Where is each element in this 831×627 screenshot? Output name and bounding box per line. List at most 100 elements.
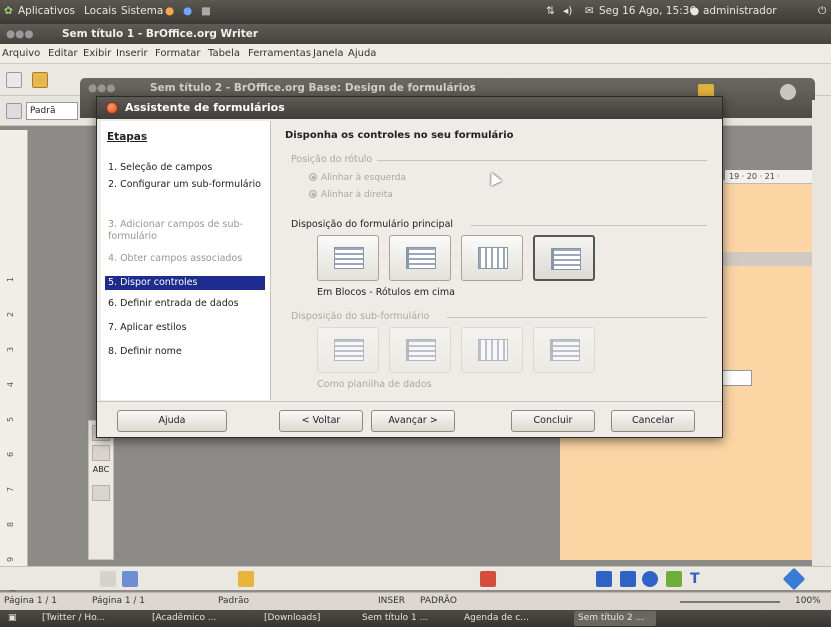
task-agenda[interactable]: Agenda de c... xyxy=(460,611,552,626)
layout-blocks-top-icon xyxy=(550,339,580,361)
grid-icon[interactable] xyxy=(480,571,496,587)
abc-label-tool[interactable]: ABC xyxy=(92,465,110,481)
menu-janela[interactable]: Janela xyxy=(313,48,343,59)
sub-layout-group-label: Disposição do sub-formulário xyxy=(291,311,430,322)
next-button[interactable]: Avançar > xyxy=(371,410,455,432)
finish-button[interactable]: Concluir xyxy=(511,410,595,432)
mail-icon[interactable]: ✉ xyxy=(585,5,594,17)
group-divider xyxy=(377,160,707,161)
shapes-icon[interactable] xyxy=(782,567,806,591)
menu-aplicativos[interactable]: Aplicativos xyxy=(18,5,75,17)
menu-tabela[interactable]: Tabela xyxy=(208,48,240,59)
step-7[interactable]: 7. Aplicar estilos xyxy=(105,321,265,335)
page-indicator: Página 1 / 1 xyxy=(4,596,58,606)
open-folder-icon[interactable] xyxy=(32,72,48,88)
page-style: Padrão xyxy=(218,596,249,606)
step-6[interactable]: 6. Definir entrada de dados xyxy=(105,297,265,311)
menu-formatar[interactable]: Formatar xyxy=(155,48,200,59)
sub-layout-columnar-top-button xyxy=(389,327,451,373)
layout-datasheet-button[interactable] xyxy=(461,235,523,281)
firefox-launcher-icon[interactable]: ● xyxy=(165,5,174,17)
zoom-slider[interactable] xyxy=(680,601,780,603)
styles-icon[interactable] xyxy=(6,103,22,119)
selection-mode[interactable]: PADRÃO xyxy=(420,596,457,606)
writer-titlebar: ●●● Sem título 1 - BrOffice.org Writer xyxy=(0,24,831,44)
clock[interactable]: Seg 16 Ago, 15:36 xyxy=(599,5,696,17)
sub-layout-columnar-left-button xyxy=(317,327,379,373)
paragraph-style-box[interactable]: Padrã xyxy=(26,102,78,120)
window-buttons-icon[interactable]: ●●● xyxy=(88,82,116,94)
task-downloads[interactable]: [Downloads] xyxy=(260,611,342,626)
menu-editar[interactable]: Editar xyxy=(48,48,78,59)
radio-label: Alinhar à direita xyxy=(321,190,393,200)
help-button[interactable]: Ajuda xyxy=(117,410,227,432)
ruler-tick: 9 xyxy=(6,556,16,563)
horizontal-ruler: 19 · 20 · 21 · xyxy=(725,170,825,184)
new-document-icon[interactable] xyxy=(6,72,22,88)
page-indicator-2: Página 1 / 1 xyxy=(92,596,146,606)
group-divider xyxy=(471,225,707,226)
wizard-content: Disponha os controles no seu formulário … xyxy=(281,121,717,400)
line-tool-icon[interactable] xyxy=(596,571,612,587)
menu-arquivo[interactable]: Arquivo xyxy=(2,48,40,59)
task-twitter[interactable]: [Twitter / Ho... xyxy=(38,611,128,626)
layout-datasheet-icon xyxy=(478,247,508,269)
layout-datasheet-icon xyxy=(478,339,508,361)
textbox-tool-icon[interactable] xyxy=(92,445,110,461)
ellipse-tool-icon[interactable] xyxy=(642,571,658,587)
ruler-tick: 1 xyxy=(6,276,16,283)
back-button[interactable]: < Voltar xyxy=(279,410,363,432)
insert-mode[interactable]: INSER xyxy=(378,596,405,606)
step-1[interactable]: 1. Seleção de campos xyxy=(105,161,265,175)
combobox-tool-icon[interactable] xyxy=(92,485,110,501)
layout-columnar-top-button[interactable] xyxy=(389,235,451,281)
menu-sistema[interactable]: Sistema xyxy=(121,5,163,17)
task-writer[interactable]: Sem título 1 ... xyxy=(358,611,442,626)
menu-locais[interactable]: Locais xyxy=(84,5,117,17)
cancel-button[interactable]: Cancelar xyxy=(611,410,695,432)
freeform-tool-icon[interactable] xyxy=(666,571,682,587)
layout-columnar-top-icon xyxy=(406,339,436,361)
help-toolbar-icon[interactable] xyxy=(780,84,796,100)
design-mode-icon[interactable] xyxy=(122,571,138,587)
power-icon[interactable]: ⏻ xyxy=(818,5,826,18)
main-layout-group-label: Disposição do formulário principal xyxy=(291,219,454,230)
top-panel: ✿ Aplicativos Locais Sistema ● ● ■ ⇅ ◂) … xyxy=(0,0,831,24)
help-launcher-icon[interactable]: ● xyxy=(183,5,192,17)
show-desktop-icon[interactable]: ▣ xyxy=(4,611,26,626)
group-divider xyxy=(447,317,707,318)
menu-inserir[interactable]: Inserir xyxy=(116,48,148,59)
menu-exibir[interactable]: Exibir xyxy=(83,48,111,59)
rectangle-tool-icon[interactable] xyxy=(620,571,636,587)
step-5[interactable]: 5. Dispor controles xyxy=(105,276,265,290)
step-8[interactable]: 8. Definir nome xyxy=(105,345,265,359)
form-navigator-icon[interactable] xyxy=(238,571,254,587)
layout-blocks-top-button[interactable] xyxy=(533,235,595,281)
ruler-tick: 2 xyxy=(6,311,16,318)
volume-icon[interactable]: ◂) xyxy=(563,5,572,17)
vertical-scrollbar[interactable] xyxy=(812,100,831,580)
layout-columnar-left-icon xyxy=(334,247,364,269)
dialog-title: Assistente de formulários xyxy=(125,101,285,114)
close-icon[interactable] xyxy=(106,102,118,114)
menu-ferramentas[interactable]: Ferramentas xyxy=(248,48,311,59)
vertical-ruler: 1 2 3 4 5 6 7 8 9 10 xyxy=(0,130,28,600)
wizard-steps-panel: Etapas 1. Seleção de campos 2. Configura… xyxy=(101,121,271,400)
select-arrow-icon[interactable] xyxy=(100,571,116,587)
user-name[interactable]: administrador xyxy=(703,5,777,17)
task-academico[interactable]: [Acadêmico ... xyxy=(148,611,238,626)
layout-columnar-left-button[interactable] xyxy=(317,235,379,281)
task-base[interactable]: Sem título 2 ... xyxy=(574,611,656,626)
radio-align-left: Alinhar à esquerda xyxy=(309,173,406,183)
menu-ajuda[interactable]: Ajuda xyxy=(348,48,376,59)
bottom-panel: ▣ [Twitter / Ho... [Acadêmico ... [Downl… xyxy=(0,610,831,627)
step-2[interactable]: 2. Configurar um sub-formulário xyxy=(105,178,265,192)
zoom-level: 100% xyxy=(795,596,821,606)
window-buttons-icon[interactable]: ●●● xyxy=(6,28,34,40)
text-tool-icon[interactable]: T xyxy=(690,571,706,587)
network-icon[interactable]: ⇅ xyxy=(546,5,555,17)
ruler-tick: 3 xyxy=(6,346,16,353)
terminal-launcher-icon[interactable]: ■ xyxy=(201,5,211,17)
dialog-button-row: Ajuda < Voltar Avançar > Concluir Cancel… xyxy=(97,401,722,437)
sub-layout-datasheet-button xyxy=(461,327,523,373)
